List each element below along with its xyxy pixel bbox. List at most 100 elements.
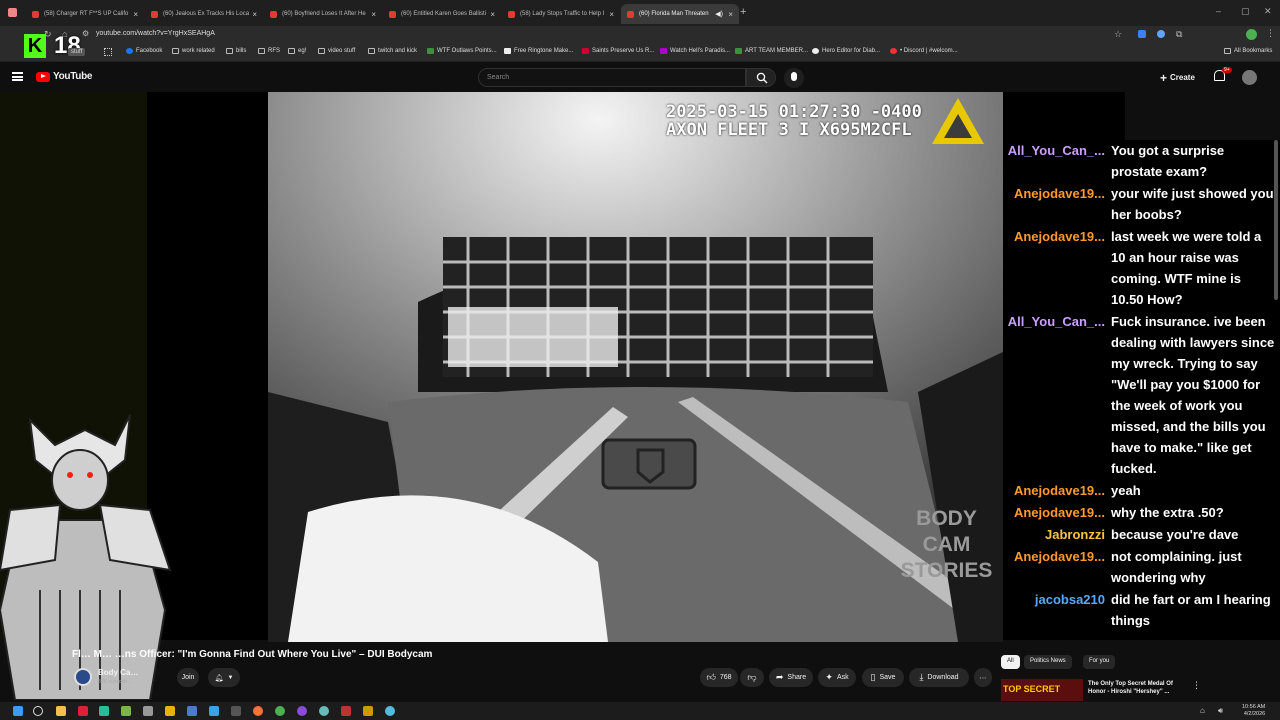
extensions-puzzle-icon[interactable]: ⧉ bbox=[1176, 29, 1182, 40]
chat-text: last week we were told a 10 an hour rais… bbox=[1111, 229, 1262, 307]
browser-menu-kebab-icon[interactable]: ⋮ bbox=[1266, 28, 1275, 39]
all-bookmarks[interactable]: All Bookmarks bbox=[1224, 48, 1272, 54]
like-button[interactable]: 👍︎ 768 bbox=[700, 668, 738, 687]
close-tab-icon[interactable]: × bbox=[728, 10, 733, 19]
notification-bell-button[interactable]: 🔔︎ ▼ bbox=[208, 668, 240, 687]
browser-tab[interactable]: (58) Lady Stops Traffic to Help I × bbox=[502, 4, 620, 24]
bookmark-folder[interactable]: bills bbox=[226, 48, 246, 54]
folder-icon bbox=[258, 48, 265, 54]
download-button[interactable]: ⤓ Download bbox=[909, 668, 969, 687]
recommendation-title[interactable]: The Only Top Secret Medal Of Honor - Hir… bbox=[1088, 680, 1188, 696]
bookmark-folder[interactable]: twitch and kick bbox=[368, 48, 417, 54]
close-window-button[interactable]: ✕ bbox=[1264, 6, 1272, 17]
bookmark-star-icon[interactable]: ☆ bbox=[1114, 29, 1122, 40]
new-tab-button[interactable]: + bbox=[740, 6, 746, 18]
extension-icon[interactable] bbox=[1157, 30, 1165, 38]
volume-icon[interactable]: 🔊︎ bbox=[1218, 706, 1223, 716]
bookmark-link[interactable]: Saints Preserve Us R... bbox=[582, 48, 654, 54]
extension-icon[interactable] bbox=[1138, 30, 1146, 38]
app-icon[interactable] bbox=[341, 706, 351, 716]
channel-name[interactable]: Body Ca… bbox=[98, 668, 138, 677]
browser-tab[interactable]: (58) Charger RT F**S UP Califo × bbox=[26, 4, 144, 24]
more-actions-button[interactable]: ⋯ bbox=[974, 668, 992, 687]
search-input[interactable]: Search bbox=[478, 68, 746, 87]
app-icon[interactable] bbox=[165, 706, 175, 716]
tab-label: (58) Lady Stops Traffic to Help I bbox=[520, 11, 605, 17]
minimize-button[interactable]: – bbox=[1216, 6, 1221, 16]
chat-text: did he fart or am I hearing things bbox=[1111, 592, 1271, 628]
join-button[interactable]: Join bbox=[177, 668, 199, 687]
network-icon[interactable]: ⌂ bbox=[1200, 706, 1205, 715]
url-field[interactable]: youtube.com/watch?v=YrgHxSEAHgA bbox=[96, 30, 215, 37]
chat-overlay: All_You_Can_... You got a surprise prosta… bbox=[1003, 140, 1280, 640]
close-tab-icon[interactable]: × bbox=[252, 10, 257, 19]
search-button[interactable] bbox=[746, 68, 776, 87]
folder-icon bbox=[318, 48, 325, 54]
app-icon[interactable] bbox=[209, 706, 219, 716]
bookmark-facebook[interactable]: Facebook bbox=[126, 48, 162, 54]
bookmark-label: video stuff bbox=[328, 48, 356, 54]
tab-label: (60) Entitled Karen Goes Ballisti bbox=[401, 11, 487, 17]
app-icon[interactable] bbox=[319, 706, 329, 716]
chip-for-you[interactable]: For you bbox=[1083, 655, 1116, 669]
watermark: BODY CAM STORIES bbox=[890, 506, 1003, 584]
save-button[interactable]: ▯ Save bbox=[862, 668, 904, 687]
bookmark-link[interactable]: Free Ringtone Make... bbox=[504, 48, 573, 54]
hamburger-menu-icon[interactable] bbox=[12, 72, 23, 81]
recommendation-menu-icon[interactable]: ⋮ bbox=[1192, 680, 1201, 691]
speaker-icon[interactable]: ◀) bbox=[715, 10, 723, 18]
bookmark-folder[interactable]: eg! bbox=[288, 48, 306, 54]
browser-tab-active[interactable]: (60) Florida Man Threaten ◀) × bbox=[621, 4, 739, 24]
browser-tab[interactable]: (60) Entitled Karen Goes Ballisti × bbox=[383, 4, 501, 24]
search-taskbar-icon[interactable] bbox=[33, 706, 43, 716]
create-button[interactable]: + Create bbox=[1160, 69, 1195, 86]
chip-politics-news[interactable]: Politics News bbox=[1024, 655, 1072, 669]
bookmark-link[interactable]: • Discord | #welcom... bbox=[890, 48, 958, 54]
account-avatar[interactable] bbox=[1242, 70, 1257, 85]
bookmark-link[interactable]: Hero Editor for Diab... bbox=[812, 48, 880, 54]
folder-stuff[interactable]: stuff bbox=[68, 48, 86, 56]
browser-tab[interactable]: (60) Jealous Ex Tracks His Loca × bbox=[145, 4, 263, 24]
youtube-logo[interactable]: YouTube bbox=[36, 71, 93, 82]
dislike-button[interactable]: 👎︎ bbox=[740, 668, 764, 687]
voice-search-button[interactable] bbox=[784, 68, 804, 88]
close-tab-icon[interactable]: × bbox=[609, 10, 614, 19]
close-tab-icon[interactable]: × bbox=[490, 10, 495, 19]
profile-avatar[interactable] bbox=[1246, 29, 1257, 40]
bookmark-link[interactable]: Watch Hell's Paradis... bbox=[660, 48, 730, 54]
share-button[interactable]: ➦ Share bbox=[769, 668, 813, 687]
tray-clock[interactable]: 10:56 AM 4/2/2026 bbox=[1242, 704, 1265, 718]
browser-menu-icon[interactable] bbox=[8, 8, 17, 17]
app-icon[interactable] bbox=[297, 706, 307, 716]
maximize-button[interactable]: ▢ bbox=[1241, 6, 1250, 17]
file-explorer-icon[interactable] bbox=[56, 706, 66, 716]
apps-grid-icon[interactable] bbox=[104, 48, 112, 56]
close-tab-icon[interactable]: × bbox=[133, 10, 138, 19]
app-icon[interactable] bbox=[78, 706, 88, 716]
close-tab-icon[interactable]: × bbox=[371, 10, 376, 19]
chat-text: You got a surprise prostate exam? bbox=[1111, 143, 1225, 179]
firefox-icon[interactable] bbox=[253, 706, 263, 716]
bookmark-folder[interactable]: work related bbox=[172, 48, 215, 54]
recommendation-thumbnail[interactable]: TOP SECRET bbox=[1001, 679, 1083, 701]
app-icon[interactable] bbox=[187, 706, 197, 716]
site-info-icon[interactable]: ⚙ bbox=[82, 29, 89, 38]
bookmark-link[interactable]: ART TEAM MEMBER... bbox=[735, 48, 808, 54]
windows-start-icon[interactable] bbox=[13, 706, 23, 716]
browser-tab[interactable]: (60) Boyfriend Loses It After He × bbox=[264, 4, 382, 24]
page-scrollbar[interactable] bbox=[1274, 140, 1278, 300]
app-icon[interactable] bbox=[121, 706, 131, 716]
chip-all[interactable]: All bbox=[1001, 655, 1020, 669]
app-icon[interactable] bbox=[231, 706, 241, 716]
bookmark-folder[interactable]: video stuff bbox=[318, 48, 355, 54]
app-icon[interactable] bbox=[99, 706, 109, 716]
app-icon[interactable] bbox=[143, 706, 153, 716]
settings-gear-icon[interactable] bbox=[385, 706, 395, 716]
bookmark-folder[interactable]: RFS bbox=[258, 48, 280, 54]
chrome-icon[interactable] bbox=[275, 706, 285, 716]
ask-button[interactable]: ✦ Ask bbox=[818, 668, 856, 687]
video-player[interactable]: 2025-03-15 01:27:30 -0400 AXON FLEET 3 I… bbox=[268, 92, 1003, 642]
bookmark-link[interactable]: WTF Outlaws Points... bbox=[427, 48, 497, 54]
channel-avatar[interactable] bbox=[74, 668, 92, 686]
app-icon[interactable] bbox=[363, 706, 373, 716]
